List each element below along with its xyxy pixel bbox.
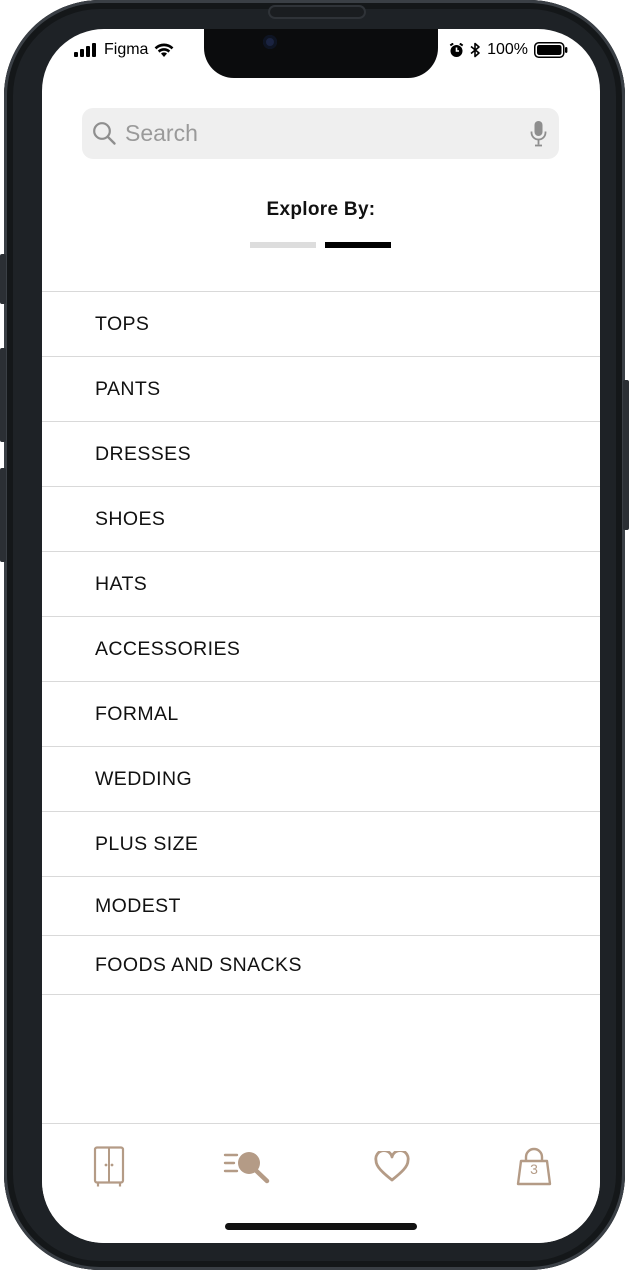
tab-cart[interactable]: 3: [509, 1144, 559, 1190]
search-list-icon: [223, 1152, 270, 1184]
screen: Figma 100% Search Explore By: TOPS PANTS…: [42, 29, 600, 1243]
search-icon: [93, 122, 116, 145]
tab-wardrobe[interactable]: [84, 1144, 134, 1190]
power-button: [623, 380, 629, 530]
category-item-tops[interactable]: TOPS: [42, 292, 600, 357]
wardrobe-icon: [93, 1146, 125, 1187]
category-item-foods-and-snacks[interactable]: FOODS AND SNACKS: [42, 936, 600, 995]
carrier-label: Figma: [104, 41, 149, 58]
category-item-hats[interactable]: HATS: [42, 552, 600, 617]
search-input[interactable]: Search: [125, 120, 198, 147]
bluetooth-icon: [470, 42, 480, 58]
tab-favorites[interactable]: [367, 1144, 417, 1190]
home-indicator[interactable]: [225, 1223, 417, 1230]
tab-explore[interactable]: [222, 1144, 274, 1190]
category-item-shoes[interactable]: SHOES: [42, 487, 600, 552]
battery-percentage: 100%: [487, 41, 528, 58]
battery-icon: [534, 42, 568, 58]
category-item-pants[interactable]: PANTS: [42, 357, 600, 422]
phone-frame: Figma 100% Search Explore By: TOPS PANTS…: [0, 0, 629, 1270]
status-bar-right: 100%: [449, 39, 568, 61]
category-item-formal[interactable]: FORMAL: [42, 682, 600, 747]
cart-count-badge: 3: [530, 1161, 538, 1177]
explore-by-heading: Explore By:: [266, 199, 376, 220]
category-item-accessories[interactable]: ACCESSORIES: [42, 617, 600, 682]
volume-down-button: [0, 468, 6, 562]
volume-up-button: [0, 348, 6, 442]
status-bar-left: Figma: [74, 39, 174, 61]
microphone-icon[interactable]: [530, 120, 547, 148]
category-item-dresses[interactable]: DRESSES: [42, 422, 600, 487]
wifi-icon: [155, 43, 174, 57]
search-bar[interactable]: Search: [82, 108, 559, 159]
page-indicator-active[interactable]: [325, 242, 391, 248]
heart-icon: [374, 1151, 410, 1182]
category-item-modest[interactable]: MODEST: [42, 877, 600, 936]
category-list: TOPS PANTS DRESSES SHOES HATS ACCESSORIE…: [42, 291, 600, 995]
category-item-wedding[interactable]: WEDDING: [42, 747, 600, 812]
signal-icon: [74, 43, 96, 57]
silent-switch: [0, 254, 6, 304]
alarm-icon: [449, 42, 464, 57]
notch: [204, 29, 438, 78]
page-indicator-inactive[interactable]: [250, 242, 316, 248]
category-item-plus-size[interactable]: PLUS SIZE: [42, 812, 600, 877]
top-edge-button: [268, 5, 366, 19]
